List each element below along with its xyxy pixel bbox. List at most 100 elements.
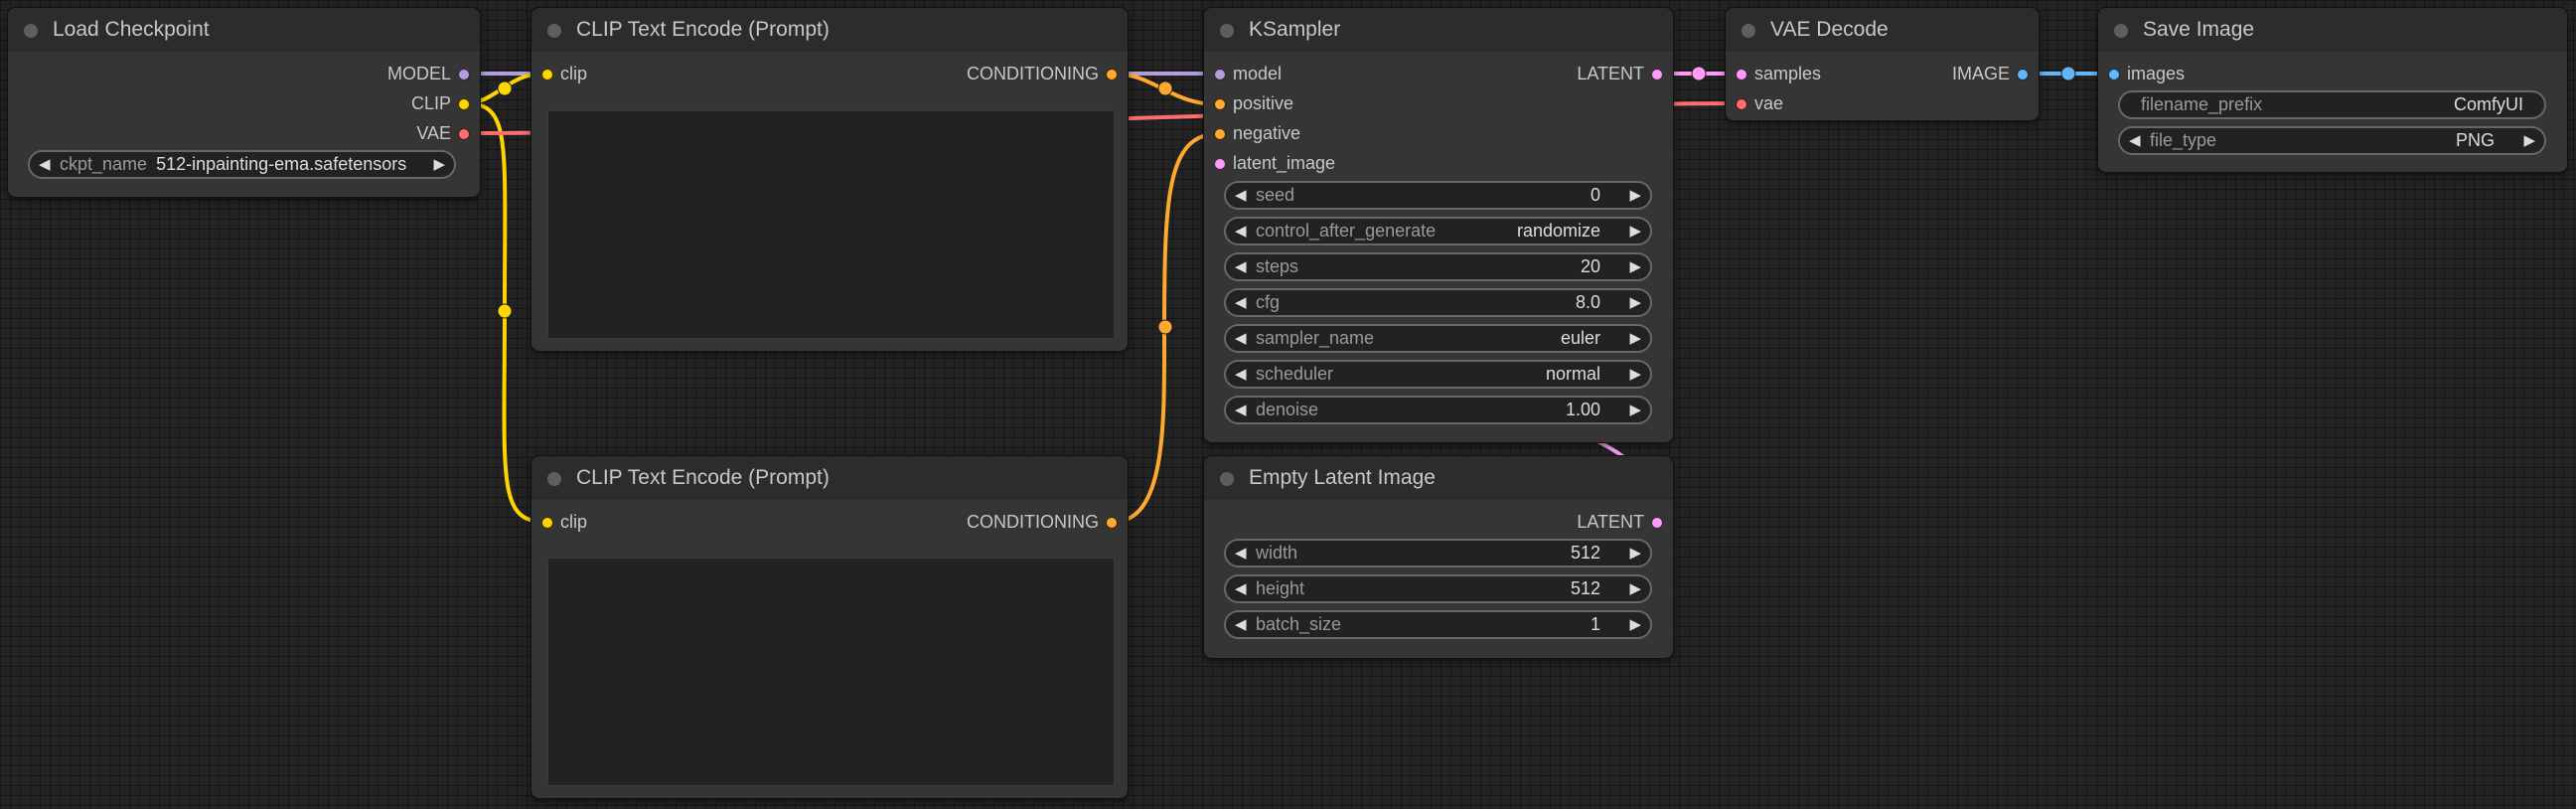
decrement-arrow-icon[interactable]: ◀	[2129, 131, 2141, 149]
cfg-widget[interactable]: ◀ cfg 8.0 ▶	[1224, 288, 1652, 317]
input-slot-icon[interactable]	[1214, 158, 1226, 170]
collapse-dot-icon[interactable]	[24, 24, 38, 38]
increment-arrow-icon[interactable]: ▶	[1629, 293, 1641, 311]
decrement-arrow-icon[interactable]: ◀	[1235, 401, 1247, 418]
output-slot-icon[interactable]	[458, 128, 470, 140]
increment-arrow-icon[interactable]: ▶	[433, 155, 445, 173]
input-slot-icon[interactable]	[1736, 98, 1747, 110]
width-widget[interactable]: ◀ width 512 ▶	[1224, 539, 1652, 567]
batch-size-widget[interactable]: ◀ batch_size 1 ▶	[1224, 610, 1652, 639]
decrement-arrow-icon[interactable]: ◀	[1235, 579, 1247, 597]
output-image[interactable]: IMAGE	[1890, 62, 2039, 87]
output-model[interactable]: MODEL	[281, 62, 480, 87]
load-checkpoint-node[interactable]: Load Checkpoint MODEL CLIP VAE ◀ ckpt_na…	[8, 8, 480, 197]
output-conditioning[interactable]: CONDITIONING	[869, 62, 1128, 87]
height-widget[interactable]: ◀ height 512 ▶	[1224, 574, 1652, 603]
node-title-bar[interactable]: Load Checkpoint	[8, 8, 480, 52]
decrement-arrow-icon[interactable]: ◀	[1235, 329, 1247, 347]
increment-arrow-icon[interactable]: ▶	[1629, 579, 1641, 597]
increment-arrow-icon[interactable]: ▶	[1629, 544, 1641, 562]
node-title-bar[interactable]: Save Image	[2098, 8, 2567, 52]
scheduler-widget[interactable]: ◀ scheduler normal ▶	[1224, 360, 1652, 389]
input-vae[interactable]: vae	[1726, 91, 1875, 117]
control-after-generate-widget[interactable]: ◀ control_after_generate randomize ▶	[1224, 217, 1652, 245]
decrement-arrow-icon[interactable]: ◀	[1235, 222, 1247, 240]
decrement-arrow-icon[interactable]: ◀	[1235, 615, 1247, 633]
collapse-dot-icon[interactable]	[1220, 24, 1234, 38]
ckpt-name-combo[interactable]: ◀ ckpt_name 512-inpainting-ema.safetenso…	[28, 150, 456, 179]
input-slot-icon[interactable]	[1214, 98, 1226, 110]
decrement-arrow-icon[interactable]: ◀	[1235, 257, 1247, 275]
input-slot-icon[interactable]	[1214, 128, 1226, 140]
input-slot-icon[interactable]	[2108, 69, 2120, 81]
collapse-dot-icon[interactable]	[547, 24, 561, 38]
input-negative[interactable]: negative	[1204, 121, 1403, 147]
decrement-arrow-icon[interactable]: ◀	[1235, 365, 1247, 383]
increment-arrow-icon[interactable]: ▶	[1629, 329, 1641, 347]
input-label: clip	[560, 512, 588, 532]
output-slot-icon[interactable]	[458, 98, 470, 110]
prompt-textarea[interactable]	[547, 110, 1115, 339]
decrement-arrow-icon[interactable]: ◀	[39, 155, 51, 173]
link-negative[interactable]	[1113, 132, 1218, 524]
widget-label: denoise	[1256, 400, 1319, 419]
collapse-dot-icon[interactable]	[547, 472, 561, 486]
collapse-dot-icon[interactable]	[1220, 472, 1234, 486]
input-slot-icon[interactable]	[541, 69, 553, 81]
output-latent[interactable]: LATENT	[1474, 510, 1673, 536]
filename-prefix-widget[interactable]: filename_prefix ComfyUI	[2118, 90, 2546, 119]
output-label: CLIP	[410, 93, 451, 113]
denoise-widget[interactable]: ◀ denoise 1.00 ▶	[1224, 396, 1652, 424]
ksampler-node[interactable]: KSampler model positive negative latent_…	[1204, 8, 1673, 442]
output-slot-icon[interactable]	[1651, 69, 1663, 81]
input-samples[interactable]: samples	[1726, 62, 1875, 87]
collapse-dot-icon[interactable]	[2114, 24, 2128, 38]
empty-latent-image-node[interactable]: Empty Latent Image LATENT ◀ width 512 ▶ …	[1204, 456, 1673, 658]
increment-arrow-icon[interactable]: ▶	[1629, 401, 1641, 418]
output-slot-icon[interactable]	[1651, 517, 1663, 529]
output-vae[interactable]: VAE	[281, 121, 480, 147]
save-image-node[interactable]: Save Image images filename_prefix ComfyU…	[2098, 8, 2567, 172]
input-images[interactable]: images	[2098, 62, 2297, 87]
input-model[interactable]: model	[1204, 62, 1403, 87]
clip-text-encode-positive-node[interactable]: CLIP Text Encode (Prompt) clip CONDITION…	[531, 8, 1128, 351]
node-title-bar[interactable]: Empty Latent Image	[1204, 456, 1673, 500]
increment-arrow-icon[interactable]: ▶	[1629, 222, 1641, 240]
node-title-bar[interactable]: KSampler	[1204, 8, 1673, 52]
node-title-bar[interactable]: CLIP Text Encode (Prompt)	[531, 456, 1128, 500]
steps-widget[interactable]: ◀ steps 20 ▶	[1224, 252, 1652, 281]
node-title-bar[interactable]: CLIP Text Encode (Prompt)	[531, 8, 1128, 52]
input-slot-icon[interactable]	[1214, 69, 1226, 81]
output-conditioning[interactable]: CONDITIONING	[869, 510, 1128, 536]
widget-value: 0	[1590, 185, 1600, 205]
output-slot-icon[interactable]	[458, 69, 470, 81]
file-type-widget[interactable]: ◀ file_type PNG ▶	[2118, 126, 2546, 155]
output-clip[interactable]: CLIP	[281, 91, 480, 117]
output-latent[interactable]: LATENT	[1474, 62, 1673, 87]
input-clip[interactable]: clip	[531, 510, 730, 536]
output-slot-icon[interactable]	[2017, 69, 2029, 81]
input-clip[interactable]: clip	[531, 62, 730, 87]
increment-arrow-icon[interactable]: ▶	[1629, 257, 1641, 275]
input-slot-icon[interactable]	[541, 517, 553, 529]
input-positive[interactable]: positive	[1204, 91, 1403, 117]
seed-widget[interactable]: ◀ seed 0 ▶	[1224, 181, 1652, 210]
increment-arrow-icon[interactable]: ▶	[1629, 186, 1641, 204]
output-slot-icon[interactable]	[1106, 517, 1118, 529]
increment-arrow-icon[interactable]: ▶	[1629, 615, 1641, 633]
collapse-dot-icon[interactable]	[1742, 24, 1755, 38]
clip-text-encode-negative-node[interactable]: CLIP Text Encode (Prompt) clip CONDITION…	[531, 456, 1128, 798]
output-slot-icon[interactable]	[1106, 69, 1118, 81]
decrement-arrow-icon[interactable]: ◀	[1235, 544, 1247, 562]
link-positive[interactable]	[1113, 72, 1218, 106]
input-slot-icon[interactable]	[1736, 69, 1747, 81]
decrement-arrow-icon[interactable]: ◀	[1235, 293, 1247, 311]
increment-arrow-icon[interactable]: ▶	[2523, 131, 2535, 149]
decrement-arrow-icon[interactable]: ◀	[1235, 186, 1247, 204]
input-latent-image[interactable]: latent_image	[1204, 151, 1403, 177]
node-title-bar[interactable]: VAE Decode	[1726, 8, 2039, 52]
prompt-textarea[interactable]	[547, 558, 1115, 786]
increment-arrow-icon[interactable]: ▶	[1629, 365, 1641, 383]
vae-decode-node[interactable]: VAE Decode samples vae IMAGE	[1726, 8, 2039, 120]
sampler-name-widget[interactable]: ◀ sampler_name euler ▶	[1224, 324, 1652, 353]
